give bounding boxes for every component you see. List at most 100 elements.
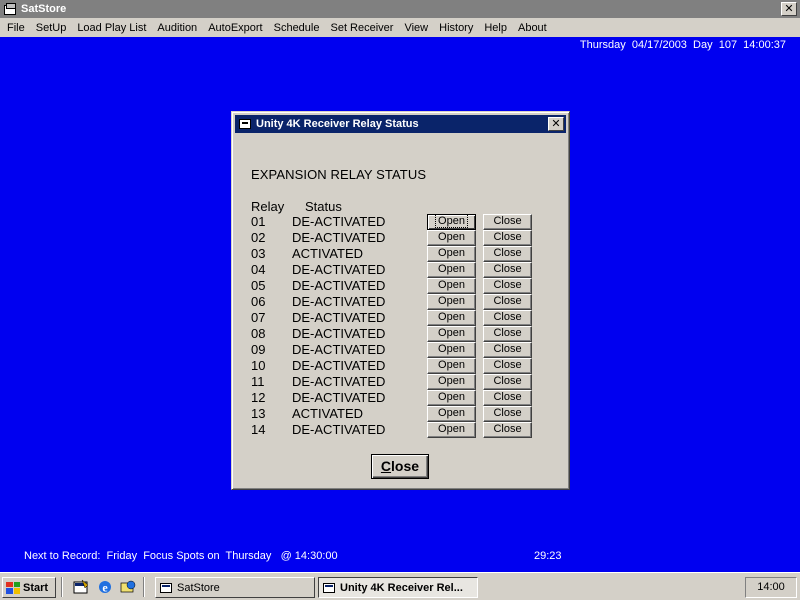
- relay-number: 09: [251, 342, 266, 357]
- close-label: Close: [493, 247, 522, 259]
- relay-close-button[interactable]: Close: [483, 214, 532, 230]
- dialog-title-bar[interactable]: Unity 4K Receiver Relay Status ✕: [235, 115, 566, 133]
- open-label: Open: [438, 375, 465, 387]
- task-relay-status[interactable]: Unity 4K Receiver Rel...: [318, 577, 478, 598]
- relay-close-button[interactable]: Close: [483, 278, 532, 294]
- dialog-heading: EXPANSION RELAY STATUS: [251, 167, 427, 182]
- relay-open-button[interactable]: Open: [427, 294, 476, 310]
- relay-close-button[interactable]: Close: [483, 390, 532, 406]
- relay-number: 01: [251, 214, 266, 229]
- app-title-bar[interactable]: SatStore ✕: [0, 0, 800, 18]
- relay-number: 04: [251, 262, 266, 277]
- taskbar-separator: [61, 577, 63, 597]
- start-button[interactable]: Start: [2, 577, 56, 598]
- relay-status-dialog: Unity 4K Receiver Relay Status ✕ EXPANSI…: [231, 111, 570, 490]
- relay-close-button[interactable]: Close: [483, 294, 532, 310]
- relay-close-button[interactable]: Close: [483, 358, 532, 374]
- relay-status: ACTIVATED: [292, 246, 364, 261]
- relay-open-button[interactable]: Open: [427, 342, 476, 358]
- open-label: Open: [438, 311, 465, 323]
- relay-open-button[interactable]: Open: [427, 358, 476, 374]
- menu-file[interactable]: File: [2, 22, 31, 34]
- open-label: Open: [438, 407, 465, 419]
- relay-row: 10 DE-ACTIVATED Open Close: [232, 358, 569, 374]
- menu-load-play-list[interactable]: Load Play List: [72, 22, 152, 34]
- relay-row: 04 DE-ACTIVATED Open Close: [232, 262, 569, 278]
- relay-status: DE-ACTIVATED: [292, 278, 386, 293]
- relay-open-button[interactable]: Open: [427, 390, 476, 406]
- outlook-express-icon[interactable]: [120, 579, 136, 595]
- relay-status: DE-ACTIVATED: [292, 214, 386, 229]
- relay-number: 07: [251, 310, 266, 325]
- close-label: Close: [493, 311, 522, 323]
- relay-open-button[interactable]: Open: [427, 326, 476, 342]
- status-column-header: Status: [305, 199, 342, 214]
- dialog-close-action-button[interactable]: Close: [371, 454, 429, 479]
- relay-open-button[interactable]: Open: [427, 262, 476, 278]
- relay-close-button[interactable]: Close: [483, 246, 532, 262]
- task-satstore[interactable]: SatStore: [155, 577, 315, 598]
- close-label: Close: [493, 375, 522, 387]
- relay-close-button[interactable]: Close: [483, 326, 532, 342]
- open-label: Open: [438, 327, 465, 339]
- relay-close-button[interactable]: Close: [483, 406, 532, 422]
- relay-status: DE-ACTIVATED: [292, 358, 386, 373]
- relay-close-button[interactable]: Close: [483, 230, 532, 246]
- relay-open-button[interactable]: Open: [427, 422, 476, 438]
- relay-open-button[interactable]: Open: [427, 246, 476, 262]
- next-to-record: Next to Record: Friday Focus Spots on Th…: [24, 550, 338, 562]
- relay-status: DE-ACTIVATED: [292, 342, 386, 357]
- menu-help[interactable]: Help: [479, 22, 513, 34]
- app-title: SatStore: [21, 3, 67, 15]
- relay-close-button[interactable]: Close: [483, 310, 532, 326]
- show-desktop-icon[interactable]: [73, 579, 89, 595]
- close-label: Close: [493, 279, 522, 291]
- relay-number: 11: [251, 374, 265, 389]
- relay-open-button[interactable]: Open: [427, 230, 476, 246]
- window-close-button[interactable]: ✕: [781, 2, 797, 16]
- close-label: Close: [493, 423, 522, 435]
- menu-view[interactable]: View: [399, 22, 434, 34]
- relay-row: 01 DE-ACTIVATED Open Close: [232, 214, 569, 230]
- relay-status: DE-ACTIVATED: [292, 374, 386, 389]
- menu-about[interactable]: About: [513, 22, 553, 34]
- dialog-close-button[interactable]: ✕: [548, 117, 564, 131]
- open-label: Open: [438, 279, 465, 291]
- close-label: Close: [493, 343, 522, 355]
- start-label: Start: [23, 581, 49, 594]
- menu-autoexport[interactable]: AutoExport: [203, 22, 268, 34]
- relay-status: DE-ACTIVATED: [292, 294, 386, 309]
- open-label: Open: [438, 391, 465, 403]
- relay-open-button[interactable]: Open: [427, 406, 476, 422]
- menu-audition[interactable]: Audition: [152, 22, 203, 34]
- dialog-window-icon: [239, 119, 251, 129]
- menu-schedule[interactable]: Schedule: [269, 22, 326, 34]
- relay-open-button[interactable]: Open: [427, 278, 476, 294]
- menu-set-receiver[interactable]: Set Receiver: [325, 22, 399, 34]
- relay-close-button[interactable]: Close: [483, 374, 532, 390]
- internet-explorer-icon[interactable]: e: [97, 579, 113, 595]
- close-icon: ✕: [551, 117, 561, 130]
- relay-close-button[interactable]: Close: [483, 422, 532, 438]
- relay-status: DE-ACTIVATED: [292, 230, 386, 245]
- menu-history[interactable]: History: [434, 22, 479, 34]
- relay-status: ACTIVATED: [292, 406, 364, 421]
- relay-open-button[interactable]: Open: [427, 214, 476, 230]
- relay-status: DE-ACTIVATED: [292, 422, 386, 437]
- satstore-app-icon: [3, 2, 17, 16]
- relay-row: 02 DE-ACTIVATED Open Close: [232, 230, 569, 246]
- menu-setup[interactable]: SetUp: [31, 22, 73, 34]
- relay-row: 08 DE-ACTIVATED Open Close: [232, 326, 569, 342]
- open-label: Open: [438, 359, 465, 371]
- relay-open-button[interactable]: Open: [427, 374, 476, 390]
- relay-row: 05 DE-ACTIVATED Open Close: [232, 278, 569, 294]
- relay-row: 07 DE-ACTIVATED Open Close: [232, 310, 569, 326]
- record-countdown: 29:23: [534, 550, 562, 562]
- relay-status: DE-ACTIVATED: [292, 390, 386, 405]
- relay-close-button[interactable]: Close: [483, 262, 532, 278]
- relay-close-button[interactable]: Close: [483, 342, 532, 358]
- relay-open-button[interactable]: Open: [427, 310, 476, 326]
- close-label: Close: [493, 263, 522, 275]
- window-icon: [160, 582, 172, 593]
- close-accelerator: C: [380, 458, 392, 474]
